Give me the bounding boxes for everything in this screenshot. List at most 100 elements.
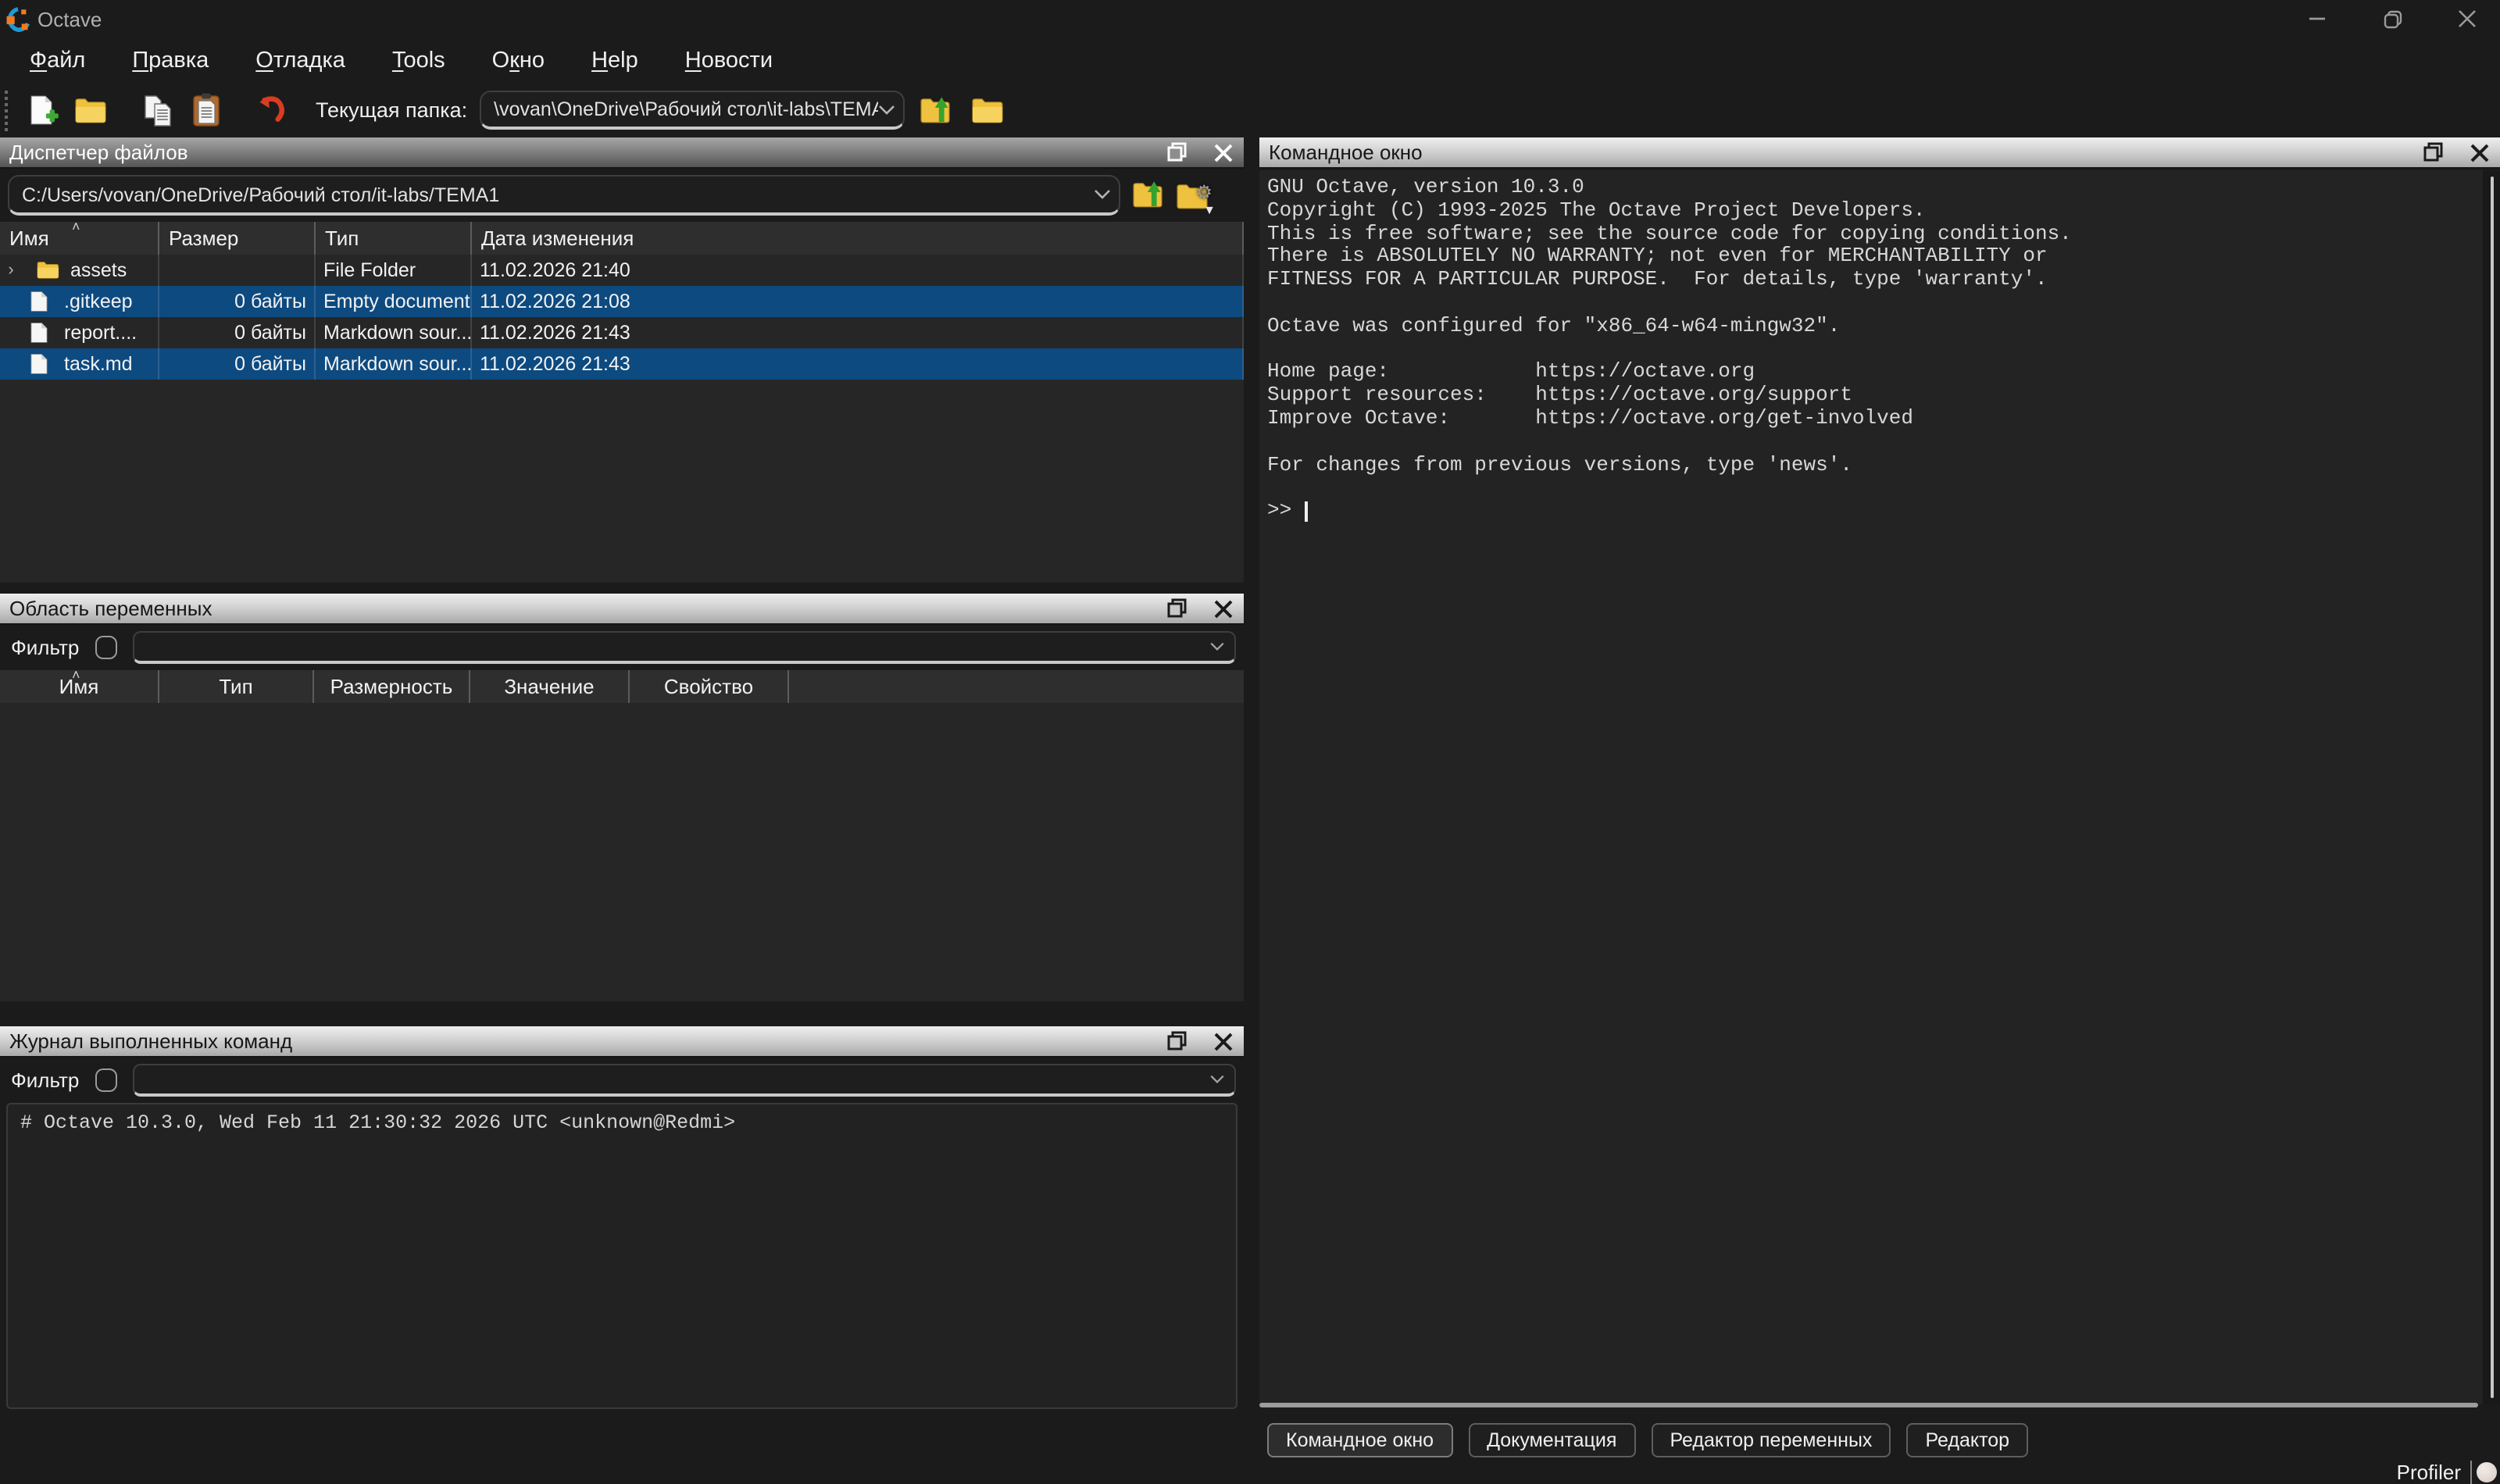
file-browser-path-combobox[interactable]: C:/Users/vovan/OneDrive/Рабочий стол/it-… [8,175,1120,216]
one-directory-up-button[interactable] [917,91,955,129]
undock-panel-icon[interactable] [1166,597,1189,620]
chevron-down-icon [1094,189,1119,200]
undock-panel-icon[interactable] [2422,141,2445,164]
file-browser-path-row: C:/Users/vovan/OneDrive/Рабочий стол/it-… [0,170,1244,220]
horizontal-scrollbar[interactable] [1259,1403,2478,1407]
file-size-cell [159,255,316,286]
folder-actions-button[interactable]: ⚙ ▼ [1175,180,1209,211]
current-folder-combobox[interactable]: \vovan\OneDrive\Рабочий стол\it-labs\TEM… [480,91,905,130]
workspace-table-header[interactable]: ˄ ИмяТипРазмерностьЗначениеСвойство [0,670,1244,703]
file-row-.gitkeep[interactable]: .gitkeep0 байтыEmpty document11.02.2026 … [0,286,1244,317]
file-name-cell: report.... [0,317,159,348]
column-header-свойство[interactable]: Свойство [630,670,789,703]
scrollbar-handle[interactable] [2491,177,2494,1398]
file-name-cell: task.md [0,348,159,380]
file-browser-path-value: C:/Users/vovan/OneDrive/Рабочий стол/it-… [9,184,1094,205]
file-browser-panel: Диспетчер файлов C:/Users/vovan/OneDrive… [0,137,1244,583]
file-size-cell: 0 байты [159,317,316,348]
workspace-title: Область переменных [9,597,212,620]
browse-directories-button[interactable] [969,91,1006,129]
file-row-assets[interactable]: ›assetsFile Folder11.02.2026 21:40 [0,255,1244,286]
prompt: >> [1267,500,1304,523]
column-header-размерность[interactable]: Размерность [314,670,470,703]
window-titlebar[interactable]: Octave [0,0,2500,37]
dock-tab-редактор[interactable]: Редактор [1906,1423,2028,1457]
file-date-cell: 11.02.2026 21:43 [472,348,1244,380]
undock-panel-icon[interactable] [1166,141,1189,164]
file-icon [30,322,53,344]
profiler-status-indicator[interactable] [2477,1461,2497,1482]
main-toolbar: Текущая папка: \vovan\OneDrive\Рабочий с… [0,84,2500,136]
expand-chevron-icon[interactable]: › [3,261,19,280]
menu-item-окно[interactable]: Окно [469,41,568,81]
workspace-table-body [0,703,1244,1001]
menu-item-tools[interactable]: Tools [369,41,469,81]
file-browser-titlebar[interactable]: Диспетчер файлов [0,137,1244,169]
column-header-тип[interactable]: Тип [316,222,472,255]
close-panel-icon[interactable] [1211,597,1234,620]
command-window-titlebar[interactable]: Командное окно [1259,137,2500,169]
close-panel-icon[interactable] [2467,141,2491,164]
column-header-дата-изменения[interactable]: Дата изменения [472,222,1244,255]
filter-label: Фильтр [11,636,79,659]
history-entry[interactable]: # Octave 10.3.0, Wed Feb 11 21:30:32 202… [20,1112,1236,1136]
file-name: task.md [64,353,133,375]
close-panel-icon[interactable] [1211,141,1234,164]
terminal-line: Copyright (C) 1993-2025 The Octave Proje… [1267,200,2500,223]
menu-item-файл[interactable]: Файл [6,41,109,81]
close-window-button[interactable] [2456,8,2478,30]
file-date-cell: 11.02.2026 21:08 [472,286,1244,317]
minimize-button[interactable] [2306,8,2328,30]
history-titlebar[interactable]: Журнал выполненных команд [0,1026,1244,1058]
vertical-scrollbar[interactable] [2483,170,2500,1404]
history-filter-combobox[interactable] [132,1064,1235,1097]
file-browser-title: Диспетчер файлов [9,141,188,164]
chevron-down-icon [1209,642,1234,651]
dock-tab-редактор-переменных[interactable]: Редактор переменных [1651,1423,1891,1457]
undock-panel-icon[interactable] [1166,1029,1189,1053]
file-row-report....[interactable]: report....0 байтыMarkdown sour...11.02.2… [0,317,1244,348]
menu-item-правка[interactable]: Правка [109,41,232,81]
one-directory-up-button[interactable] [1131,180,1166,211]
filter-checkbox[interactable] [95,636,116,659]
dock-tab-документация[interactable]: Документация [1468,1423,1635,1457]
history-list[interactable]: # Octave 10.3.0, Wed Feb 11 21:30:32 202… [6,1103,1238,1409]
text-cursor [1305,501,1308,522]
terminal-output[interactable]: GNU Octave, version 10.3.0Copyright (C) … [1259,170,2500,1404]
folder-icon [36,259,59,281]
new-script-button[interactable] [25,91,62,129]
menu-item-отладка[interactable]: Отладка [232,41,369,81]
workspace-filter-row: Фильтр [0,628,1244,667]
file-size-cell: 0 байты [159,286,316,317]
workspace-filter-combobox[interactable] [132,631,1235,664]
toolbar-drag-handle[interactable] [3,90,11,130]
file-table: ˄ ИмяРазмерТипДата изменения ›assetsFile… [0,222,1244,583]
paste-button[interactable] [188,91,225,129]
status-separator [2470,1460,2472,1483]
dock-tab-командное-окно[interactable]: Командное окно [1267,1423,1452,1457]
terminal-line: For changes from previous versions, type… [1267,454,2500,477]
terminal-line [1267,292,2500,316]
column-header-значение[interactable]: Значение [470,670,630,703]
status-bar: Profiler [2397,1459,2500,1484]
copy-button[interactable] [141,91,178,129]
open-file-button[interactable] [72,91,109,129]
file-table-header[interactable]: ˄ ИмяРазмерТипДата изменения [0,222,1244,255]
file-type-cell: Markdown sour... [316,348,472,380]
restore-button[interactable] [2381,8,2403,30]
menu-item-новости[interactable]: Новости [662,41,796,81]
filter-checkbox[interactable] [95,1068,116,1092]
window-title: Octave [38,7,102,30]
chevron-down-icon [878,104,903,115]
menu-item-help[interactable]: Help [568,41,662,81]
gear-icon: ⚙ [1195,181,1212,203]
workspace-titlebar[interactable]: Область переменных [0,594,1244,625]
column-header-размер[interactable]: Размер [159,222,316,255]
file-row-task.md[interactable]: task.md0 байтыMarkdown sour...11.02.2026… [0,348,1244,380]
file-name: report.... [64,322,137,344]
undo-button[interactable] [252,91,289,129]
file-name: .gitkeep [64,291,133,312]
column-header-тип[interactable]: Тип [159,670,314,703]
terminal-line [1267,477,2500,501]
close-panel-icon[interactable] [1211,1029,1234,1053]
